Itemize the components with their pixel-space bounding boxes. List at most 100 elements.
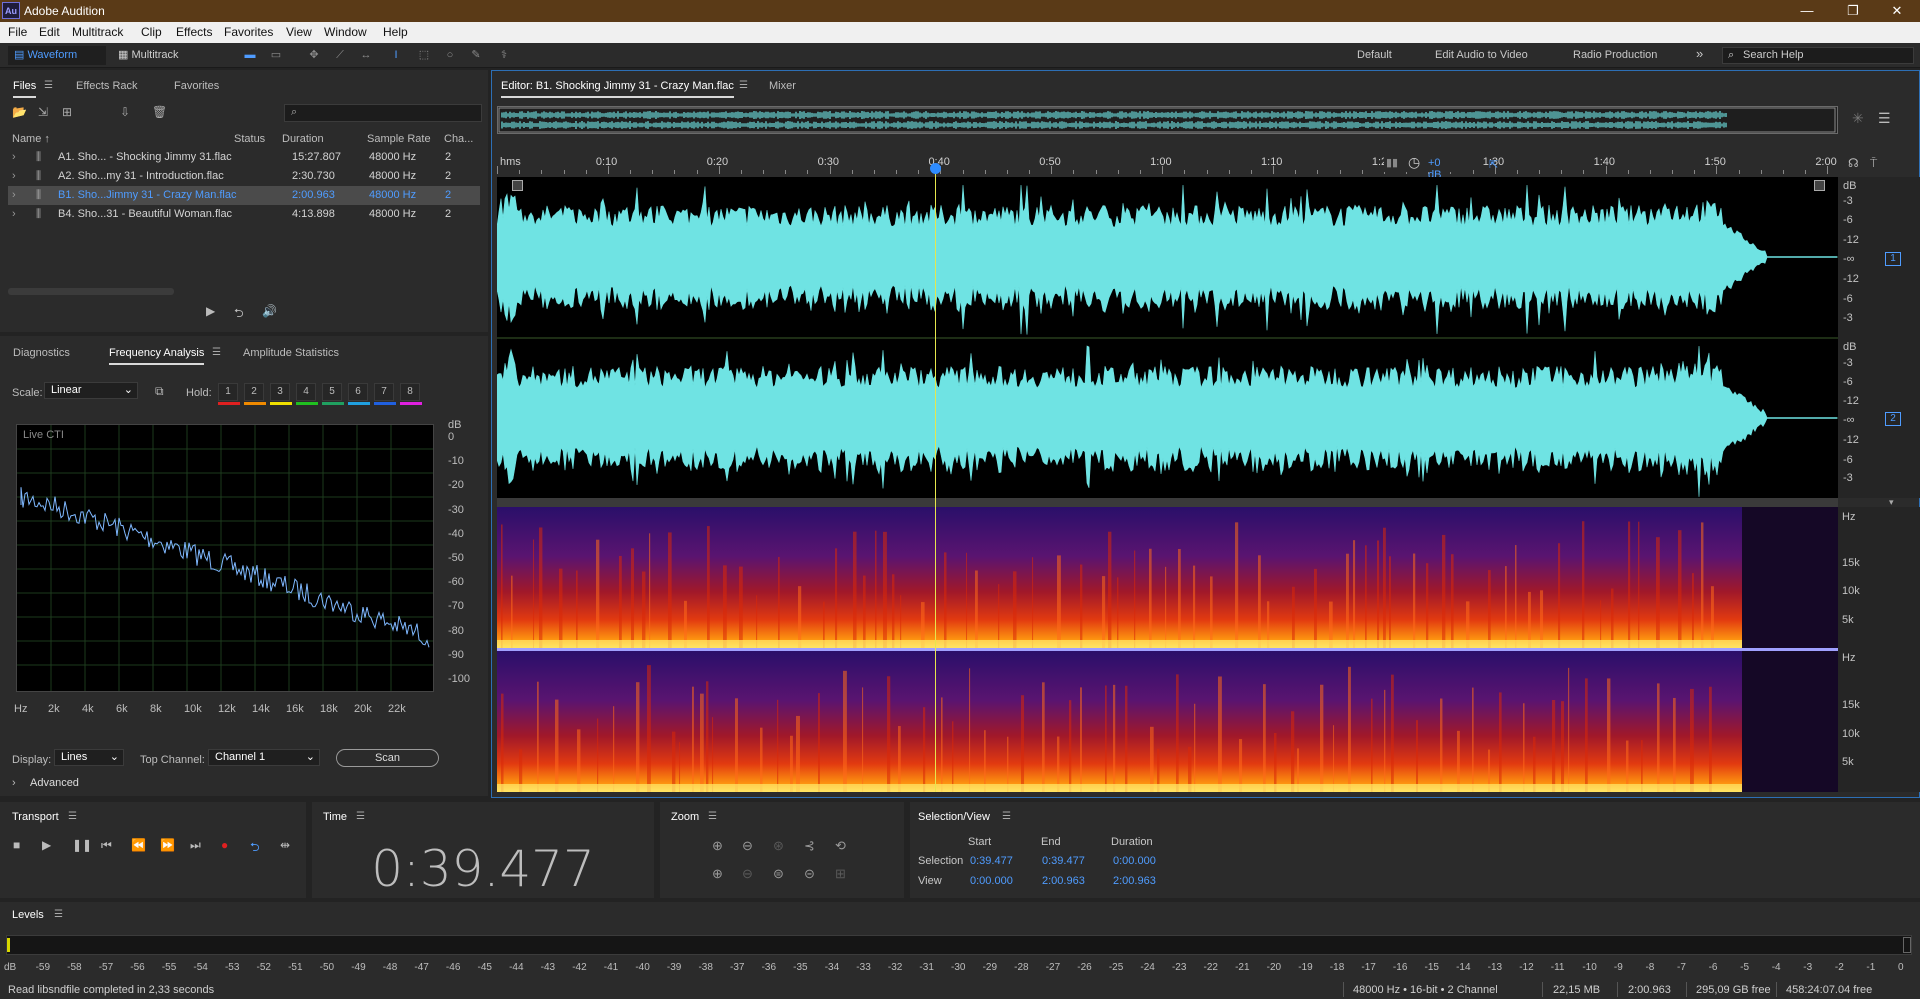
zoom-in-amplitude-icon[interactable]: ⊕ bbox=[712, 838, 723, 854]
expand-chevron-icon[interactable]: › bbox=[12, 151, 16, 163]
fade-in-handle[interactable] bbox=[512, 180, 523, 191]
zoom-in-frequency-icon[interactable]: ⊜ bbox=[773, 866, 784, 882]
more-workspaces-icon[interactable]: » bbox=[1696, 46, 1703, 61]
file-row-selected[interactable]: › ⫼ B1. Sho...Jimmy 31 - Crazy Man.flac … bbox=[8, 186, 480, 205]
move-tool-icon[interactable]: ✥ bbox=[306, 48, 322, 62]
panel-menu-icon[interactable]: ☰ bbox=[708, 811, 717, 822]
import-file-icon[interactable]: ⇲ bbox=[38, 105, 48, 119]
file-row[interactable]: › ⫼ A2. Sho...my 31 - Introduction.flac … bbox=[8, 167, 480, 186]
play-icon[interactable]: ▶ bbox=[42, 838, 51, 852]
maximize-button[interactable]: ❐ bbox=[1830, 0, 1876, 22]
copy-graph-icon[interactable]: ⧉ bbox=[155, 384, 164, 399]
hold-button-5[interactable]: 5 bbox=[322, 383, 342, 401]
zoom-out-full-icon[interactable]: ⊖ bbox=[742, 866, 753, 882]
fade-out-handle[interactable] bbox=[1814, 180, 1825, 191]
selection-start-field[interactable]: 0:39.477 bbox=[970, 855, 1013, 867]
channel-2-toggle[interactable]: 2 bbox=[1885, 412, 1901, 426]
waveform-overview[interactable] bbox=[497, 106, 1838, 134]
close-button[interactable]: ✕ bbox=[1874, 0, 1920, 22]
expand-chevron-icon[interactable]: › bbox=[12, 208, 16, 220]
spectral-divider[interactable] bbox=[497, 498, 1838, 507]
panel-menu-icon[interactable]: ☰ bbox=[356, 811, 365, 822]
tab-editor[interactable]: Editor: B1. Shocking Jimmy 31 - Crazy Ma… bbox=[501, 80, 734, 98]
column-sample-rate[interactable]: Sample Rate bbox=[367, 133, 431, 145]
spectral-display-icon[interactable]: ▭ bbox=[268, 48, 284, 62]
marquee-tool-icon[interactable]: ⬚ bbox=[416, 48, 432, 62]
pause-icon[interactable]: ❚❚ bbox=[72, 838, 92, 852]
tab-diagnostics[interactable]: Diagnostics bbox=[13, 347, 70, 359]
panel-menu-icon[interactable]: ☰ bbox=[44, 80, 53, 91]
panel-menu-icon[interactable]: ☰ bbox=[1002, 811, 1011, 822]
insert-into-multitrack-icon[interactable]: ⇩ bbox=[120, 105, 130, 119]
multitrack-view-button[interactable]: ▦ Multitrack bbox=[112, 46, 202, 65]
channel-map-icon[interactable]: ☰ bbox=[1878, 110, 1891, 127]
menu-view[interactable]: View bbox=[286, 25, 312, 39]
current-time-display[interactable]: 0:39.477 bbox=[312, 840, 654, 898]
expand-chevron-icon[interactable]: › bbox=[12, 170, 16, 182]
panel-menu-icon[interactable]: ☰ bbox=[739, 80, 748, 91]
advanced-section[interactable]: Advanced bbox=[30, 777, 79, 789]
zoom-out-time-icon[interactable]: ⊝ bbox=[804, 866, 815, 882]
zoom-out-amplitude-icon[interactable]: ⊖ bbox=[742, 838, 753, 854]
panel-menu-icon[interactable]: ☰ bbox=[54, 909, 63, 920]
waveform-display-icon[interactable]: ▬ bbox=[242, 48, 258, 62]
zoom-in-at-in-point-icon[interactable]: ⊰ bbox=[804, 838, 815, 854]
hold-button-2[interactable]: 2 bbox=[244, 383, 264, 401]
workspace-default[interactable]: Default bbox=[1357, 49, 1392, 61]
playhead-handle[interactable] bbox=[929, 163, 941, 174]
view-duration-field[interactable]: 2:00.963 bbox=[1113, 875, 1156, 887]
files-horizontal-scrollbar[interactable] bbox=[8, 288, 174, 295]
column-duration[interactable]: Duration bbox=[282, 133, 324, 145]
selection-end-field[interactable]: 0:39.477 bbox=[1042, 855, 1085, 867]
zoom-out-frequency-icon[interactable]: ⊞ bbox=[835, 866, 846, 882]
menu-edit[interactable]: Edit bbox=[39, 25, 60, 39]
pin-hud-icon[interactable]: ⇱ bbox=[1489, 158, 1498, 171]
razor-tool-icon[interactable]: ⟋ bbox=[332, 48, 348, 62]
scale-select[interactable]: Linear ⌄ bbox=[44, 382, 138, 399]
menu-multitrack[interactable]: Multitrack bbox=[72, 25, 123, 39]
new-file-icon[interactable]: ⊞ bbox=[62, 105, 72, 119]
tab-mixer[interactable]: Mixer bbox=[769, 80, 796, 92]
column-channels[interactable]: Cha... bbox=[444, 133, 473, 145]
skip-selection-icon[interactable]: ⇹ bbox=[280, 838, 290, 852]
panel-menu-icon[interactable]: ☰ bbox=[68, 811, 77, 822]
reset-zoom-icon[interactable]: ⟲ bbox=[835, 838, 846, 854]
time-selection-tool-icon[interactable]: I bbox=[388, 48, 404, 62]
brush-tool-icon[interactable]: ✎ bbox=[468, 48, 484, 62]
search-help-input[interactable]: ⌕ Search Help bbox=[1722, 47, 1914, 64]
auto-play-icon[interactable]: 🔊 bbox=[262, 304, 277, 318]
play-preview-icon[interactable]: ▶ bbox=[206, 304, 215, 318]
menu-effects[interactable]: Effects bbox=[176, 25, 212, 39]
loop-playback-icon[interactable]: ⮌ bbox=[250, 838, 260, 859]
file-row[interactable]: › ⫼ B4. Sho...31 - Beautiful Woman.flac … bbox=[8, 205, 480, 224]
top-channel-select[interactable]: Channel 1 ⌄ bbox=[208, 749, 320, 766]
scan-button[interactable]: Scan bbox=[336, 749, 439, 767]
hold-button-8[interactable]: 8 bbox=[400, 383, 420, 401]
hold-button-7[interactable]: 7 bbox=[374, 383, 394, 401]
tab-effects-rack[interactable]: Effects Rack bbox=[76, 80, 138, 92]
playhead[interactable] bbox=[934, 164, 936, 792]
hold-button-3[interactable]: 3 bbox=[270, 383, 290, 401]
view-start-field[interactable]: 0:00.000 bbox=[970, 875, 1013, 887]
display-select[interactable]: Lines ⌄ bbox=[54, 749, 124, 766]
loop-preview-icon[interactable]: ⮌ bbox=[234, 304, 244, 325]
selection-duration-field[interactable]: 0:00.000 bbox=[1113, 855, 1156, 867]
volume-knob-icon[interactable]: ◷ bbox=[1408, 154, 1420, 171]
headphones-icon[interactable]: ☊ bbox=[1848, 156, 1859, 170]
files-search-input[interactable]: ⌕ bbox=[284, 104, 482, 122]
record-icon[interactable]: ● bbox=[221, 838, 228, 852]
hold-button-1[interactable]: 1 bbox=[218, 383, 238, 401]
waveform-view-button[interactable]: ▤ Waveform bbox=[8, 46, 106, 65]
column-name[interactable]: Name ↑ bbox=[12, 133, 50, 145]
rewind-icon[interactable]: ⏪ bbox=[131, 838, 146, 852]
tab-favorites[interactable]: Favorites bbox=[174, 80, 219, 92]
zoom-to-selection-icon[interactable]: ⊛ bbox=[773, 838, 784, 854]
hud-gain-control[interactable]: ▮▮ ◷ +0 dB bbox=[1384, 154, 1456, 181]
menu-help[interactable]: Help bbox=[383, 25, 408, 39]
fast-forward-icon[interactable]: ⏩ bbox=[160, 838, 175, 852]
spectral-display[interactable] bbox=[497, 507, 1838, 792]
zoom-in-time-icon[interactable]: ⊕ bbox=[712, 866, 723, 882]
menu-file[interactable]: File bbox=[8, 25, 27, 39]
column-status[interactable]: Status bbox=[234, 133, 265, 145]
open-file-icon[interactable]: 📂 bbox=[12, 105, 27, 119]
